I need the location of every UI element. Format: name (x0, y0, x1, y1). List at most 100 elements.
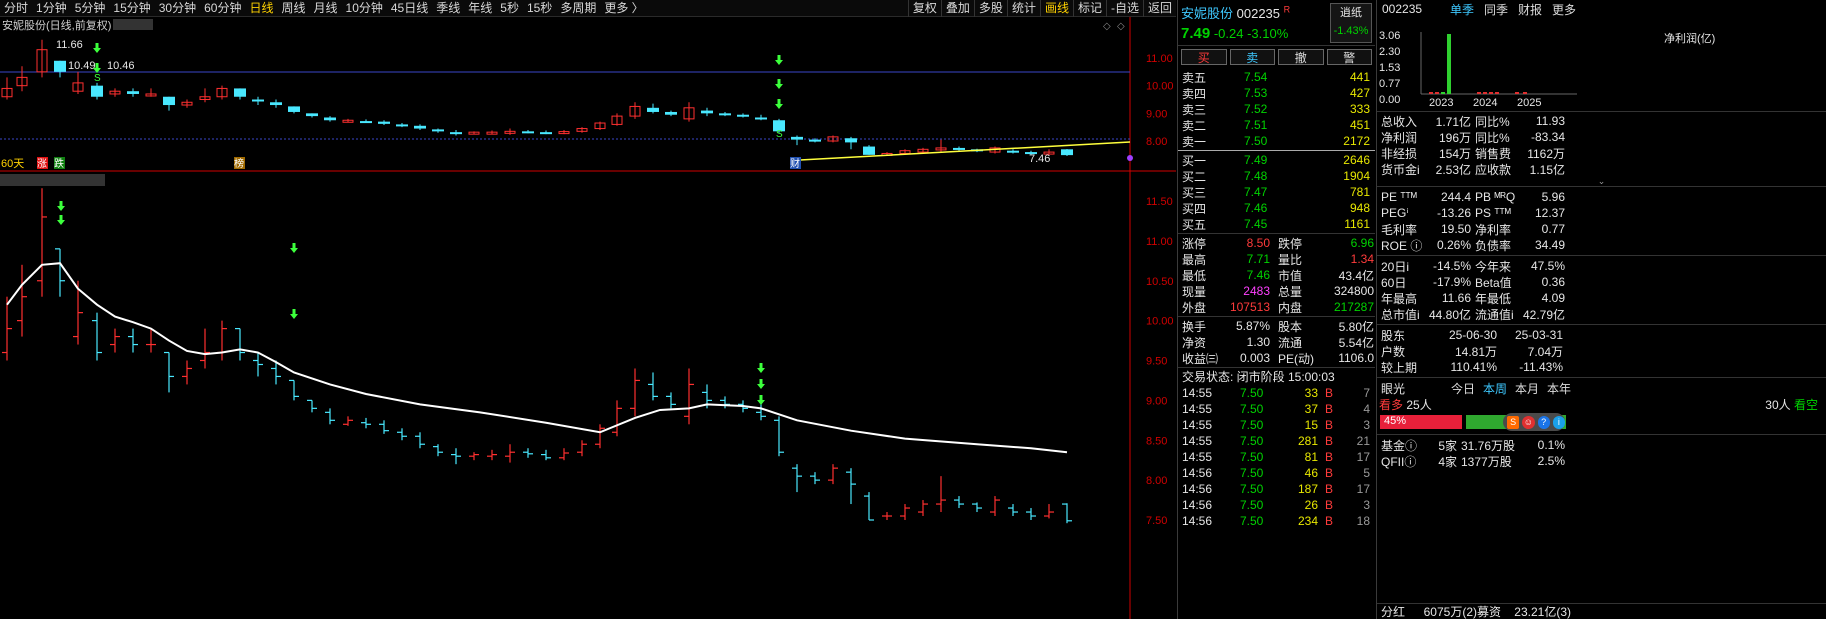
trend-line[interactable] (799, 141, 1131, 161)
share-toolbar[interactable]: S ☺ ? i (1503, 413, 1565, 431)
ohlc-bar[interactable] (990, 496, 1000, 517)
candle[interactable] (450, 129, 462, 136)
ohlc-bar[interactable] (846, 468, 856, 505)
period-tab[interactable]: 15分钟 (109, 0, 154, 17)
period-tab[interactable]: 更多 〉 (600, 0, 647, 17)
action-button[interactable]: 警 (1326, 49, 1372, 65)
candle[interactable] (683, 102, 695, 122)
candle[interactable] (647, 103, 659, 114)
sector-button[interactable]: 逍纸 -1.43% (1330, 3, 1372, 43)
candle[interactable] (1061, 149, 1073, 156)
marker-fin[interactable]: 财 (790, 157, 800, 170)
info-icon[interactable]: i (1552, 415, 1565, 429)
period-tab[interactable]: 60分钟 (200, 0, 245, 17)
ohlc-bar[interactable] (235, 328, 245, 361)
ohlc-bar[interactable] (720, 396, 730, 409)
candle[interactable] (181, 99, 193, 108)
expand-chevron-icon[interactable]: ⌄ (1377, 177, 1826, 186)
ohlc-bar[interactable] (325, 408, 335, 425)
tool-button[interactable]: 叠加 (940, 0, 974, 17)
order-book-row[interactable]: 卖一 7.50 2172 (1178, 133, 1375, 149)
period-tab[interactable]: 分时 (0, 0, 32, 17)
vision-tab[interactable]: 本年 (1547, 380, 1571, 397)
profit-bar[interactable] (1447, 34, 1451, 94)
order-book-row[interactable]: 卖三 7.52 333 (1178, 101, 1375, 117)
profit-bar[interactable] (1429, 92, 1433, 94)
smile-icon[interactable]: ☺ (1522, 415, 1535, 429)
vision-tab[interactable]: 今日 (1451, 380, 1475, 397)
ohlc-bar[interactable] (792, 464, 802, 493)
ohlc-bar[interactable] (559, 448, 569, 461)
period-tab[interactable]: 季线 (432, 0, 464, 17)
profit-bar[interactable] (1489, 92, 1493, 94)
candle[interactable] (342, 118, 354, 123)
candle[interactable] (288, 106, 300, 114)
candle[interactable] (522, 129, 534, 134)
ohlc-bar[interactable] (595, 424, 605, 449)
f10-tab[interactable]: 单季 (1450, 1, 1474, 18)
ohlc-bar[interactable] (918, 500, 928, 517)
candle[interactable] (1007, 149, 1019, 154)
candle[interactable] (414, 124, 426, 130)
tool-button[interactable]: 返回 (1142, 0, 1176, 17)
candle[interactable] (719, 111, 731, 117)
ohlc-bar[interactable] (666, 392, 676, 409)
tool-button[interactable]: -自选 (1105, 0, 1143, 17)
help-icon[interactable]: ? (1537, 415, 1550, 429)
ohlc-bar[interactable] (451, 448, 461, 465)
f10-tab[interactable]: 同季 (1484, 1, 1508, 18)
candle[interactable] (199, 88, 211, 103)
order-book-row[interactable]: 买五 7.45 1161 (1178, 216, 1375, 232)
period-tab[interactable]: 15秒 (523, 0, 556, 17)
candle[interactable] (306, 113, 318, 118)
ohlc-bar[interactable] (17, 264, 27, 337)
candle[interactable] (540, 130, 552, 135)
candle[interactable] (576, 127, 588, 133)
order-book-row[interactable]: 卖二 7.51 451 (1178, 117, 1375, 133)
candle[interactable] (935, 139, 947, 153)
candle[interactable] (91, 82, 103, 100)
ohlc-bar[interactable] (433, 444, 443, 457)
candle[interactable] (468, 131, 480, 135)
ohlc-bar[interactable] (756, 404, 766, 421)
ohlc-bar[interactable] (289, 379, 299, 401)
candle[interactable] (216, 85, 228, 100)
vote-bar[interactable]: 45% S ☺ ? i (1380, 413, 1823, 431)
kline-chart[interactable]: 安妮股份(日线,前复权) ◇ ◇ 11.00 10.00 9.00 8.00 11.50 11.… (0, 17, 1176, 619)
candle[interactable] (396, 123, 408, 128)
ohlc-bar[interactable] (379, 420, 389, 434)
candle[interactable] (863, 145, 875, 155)
f10-tab[interactable]: 更多 (1552, 1, 1576, 18)
candle[interactable] (845, 136, 857, 150)
ohlc-bar[interactable] (469, 452, 479, 461)
ohlc-bar[interactable] (37, 188, 47, 297)
profit-bar[interactable] (1523, 92, 1527, 94)
candle[interactable] (109, 88, 121, 97)
candle[interactable] (360, 119, 372, 124)
candle[interactable] (16, 66, 28, 92)
order-book-row[interactable]: 买三 7.47 781 (1178, 184, 1375, 200)
period-tab[interactable]: 日线 (245, 0, 277, 17)
marker-60d[interactable]: 60天 (1, 158, 24, 170)
ohlc-bar[interactable] (972, 502, 982, 513)
candle[interactable] (36, 39, 48, 78)
tool-button[interactable]: 画线 (1039, 0, 1073, 17)
candle[interactable] (737, 113, 749, 118)
candle[interactable] (486, 130, 498, 135)
candle[interactable] (252, 96, 264, 106)
ohlc-bar[interactable] (164, 351, 174, 393)
candle[interactable] (145, 88, 157, 97)
candle[interactable] (54, 60, 66, 78)
candle[interactable] (611, 113, 623, 126)
ohlc-bar[interactable] (128, 328, 138, 353)
ohlc-bar[interactable] (343, 416, 353, 426)
ohlc-bar[interactable] (505, 444, 515, 463)
ohlc-bar[interactable] (307, 399, 317, 413)
vision-tab[interactable]: 本周 (1483, 380, 1507, 397)
ohlc-bar[interactable] (1008, 504, 1018, 517)
candle[interactable] (558, 129, 570, 135)
ohlc-bar[interactable] (1044, 504, 1054, 519)
action-button[interactable]: 买 (1181, 49, 1227, 65)
profit-bar[interactable] (1435, 92, 1439, 94)
candle[interactable] (163, 96, 175, 111)
